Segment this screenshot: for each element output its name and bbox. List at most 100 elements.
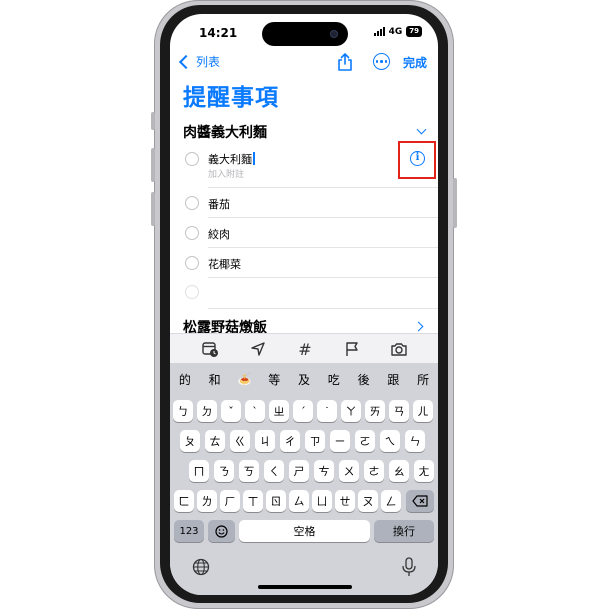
add-note-placeholder[interactable]: 加入附註: [208, 167, 244, 180]
candidate-word[interactable]: 等: [259, 371, 289, 388]
keyboard-key[interactable]: ㄙ: [289, 490, 309, 512]
calendar-clock-icon[interactable]: [201, 340, 219, 358]
keyboard-key[interactable]: ㄞ: [365, 400, 385, 422]
keyboard-key[interactable]: ㄅ: [173, 400, 193, 422]
keyboard-key[interactable]: ㄤ: [414, 460, 434, 482]
list-title: 提醒事項: [183, 85, 279, 111]
keyboard-key[interactable]: ㄎ: [239, 460, 259, 482]
dynamic-island: [262, 22, 348, 46]
keyboard-key[interactable]: ㄋ: [214, 460, 234, 482]
candidate-word[interactable]: 所: [408, 371, 438, 388]
keyboard-key[interactable]: ㄦ: [413, 400, 433, 422]
delete-icon: [412, 495, 428, 507]
reminder-text-input[interactable]: 義大利麵: [208, 151, 255, 167]
back-label: 列表: [196, 55, 221, 69]
share-icon[interactable]: [336, 52, 354, 72]
emoji-icon: [215, 524, 228, 538]
candidate-word[interactable]: 後: [349, 371, 379, 388]
keyboard-key[interactable]: ㄛ: [355, 430, 375, 452]
keyboard-key[interactable]: ㄑ: [264, 460, 284, 482]
highlight-box: [398, 141, 436, 179]
checkbox-circle[interactable]: [185, 196, 199, 210]
power-button: [453, 178, 457, 228]
globe-icon[interactable]: [192, 558, 210, 576]
candidate-word[interactable]: 吃: [319, 371, 349, 388]
keyboard-key[interactable]: ㄨ: [339, 460, 359, 482]
camera-icon[interactable]: [390, 340, 408, 358]
keyboard-key[interactable]: ㄍ: [230, 430, 250, 452]
keyboard-key[interactable]: ㄚ: [341, 400, 361, 422]
reminder-text[interactable]: 番茄: [208, 196, 230, 212]
keyboard-key[interactable]: ㄉ: [197, 400, 217, 422]
keyboard-key[interactable]: ㄡ: [358, 490, 378, 512]
chevron-down-icon[interactable]: [416, 124, 427, 135]
candidate-word[interactable]: 🍝: [230, 372, 260, 386]
space-key[interactable]: 空格: [239, 520, 370, 542]
reminder-text[interactable]: 花椰菜: [208, 256, 241, 272]
emoji-key[interactable]: [208, 520, 235, 542]
candidate-word[interactable]: 及: [289, 371, 319, 388]
candidate-word[interactable]: 和: [200, 371, 230, 388]
signal-icon: [373, 27, 385, 36]
candidate-word[interactable]: 的: [170, 371, 200, 388]
section-title[interactable]: 肉醬義大利麵: [183, 122, 267, 142]
hashtag-icon[interactable]: #: [296, 340, 314, 359]
front-camera-icon: [330, 30, 338, 38]
action-button: [151, 112, 155, 130]
keyboard-key[interactable]: ㄥ: [381, 490, 401, 512]
status-time: 14:21: [199, 26, 238, 40]
return-key[interactable]: 換行: [374, 520, 434, 542]
keyboard-key[interactable]: ㄜ: [364, 460, 384, 482]
keyboard-key[interactable]: ㄣ: [405, 430, 425, 452]
divider: [208, 187, 438, 188]
home-indicator: [258, 585, 352, 589]
keyboard-key[interactable]: ㄌ: [197, 490, 217, 512]
chevron-right-icon[interactable]: [413, 321, 424, 332]
keyboard-key[interactable]: ˇ: [221, 400, 241, 422]
more-options-icon[interactable]: [373, 53, 390, 70]
keyboard-key[interactable]: ㄊ: [205, 430, 225, 452]
volume-down-button: [151, 192, 155, 226]
keyboard-key[interactable]: ㄝ: [335, 490, 355, 512]
keyboard-key[interactable]: ㄕ: [289, 460, 309, 482]
checkbox-circle[interactable]: [185, 256, 199, 270]
volume-up-button: [151, 148, 155, 182]
keyboard-key[interactable]: ㄩ: [312, 490, 332, 512]
numbers-key[interactable]: 123: [174, 520, 204, 542]
keyboard-key[interactable]: ˊ: [293, 400, 313, 422]
keyboard-key[interactable]: ㄠ: [389, 460, 409, 482]
keyboard-key[interactable]: ㄐ: [255, 430, 275, 452]
keyboard-key[interactable]: ㄇ: [189, 460, 209, 482]
status-indicators: 4G 79: [373, 26, 422, 37]
zhuyin-keyboard: 的 和 🍝 等 及 吃 後 跟 所 ㄅ ㄉ ˇ ˋ ㄓ ˊ ˙ ㄚ ㄞ ㄢ ㄦ …: [170, 363, 438, 595]
keyboard-key[interactable]: ˋ: [245, 400, 265, 422]
keyboard-key[interactable]: ㄆ: [180, 430, 200, 452]
keyboard-key[interactable]: ㄢ: [389, 400, 409, 422]
battery-icon: 79: [406, 26, 422, 37]
keyboard-key[interactable]: ㄖ: [266, 490, 286, 512]
done-button[interactable]: 完成: [403, 54, 427, 71]
keyboard-key[interactable]: ㄓ: [269, 400, 289, 422]
keyboard-key[interactable]: ˙: [317, 400, 337, 422]
backspace-key[interactable]: [406, 490, 434, 512]
keyboard-key[interactable]: ㄏ: [220, 490, 240, 512]
keyboard-key[interactable]: ㄈ: [174, 490, 194, 512]
candidate-word[interactable]: 跟: [378, 371, 408, 388]
keyboard-key[interactable]: ㄗ: [305, 430, 325, 452]
reminder-text[interactable]: 絞肉: [208, 226, 230, 242]
microphone-icon[interactable]: [401, 557, 417, 577]
flag-icon[interactable]: [343, 340, 361, 358]
checkbox-circle[interactable]: [185, 226, 199, 240]
keyboard-key[interactable]: ㄘ: [314, 460, 334, 482]
divider: [208, 308, 438, 309]
checkbox-circle[interactable]: [185, 285, 199, 299]
divider: [208, 277, 438, 278]
back-button[interactable]: 列表: [178, 53, 220, 70]
keyboard-key[interactable]: ㄧ: [330, 430, 350, 452]
screen: 14:21 4G 79 列表 完成 提醒事項 肉醬義大利麵 義大利麵 加入附註 …: [170, 14, 438, 595]
location-arrow-icon[interactable]: [249, 340, 267, 358]
keyboard-key[interactable]: ㄟ: [380, 430, 400, 452]
keyboard-key[interactable]: ㄒ: [243, 490, 263, 512]
checkbox-circle[interactable]: [185, 152, 199, 166]
keyboard-key[interactable]: ㄔ: [280, 430, 300, 452]
